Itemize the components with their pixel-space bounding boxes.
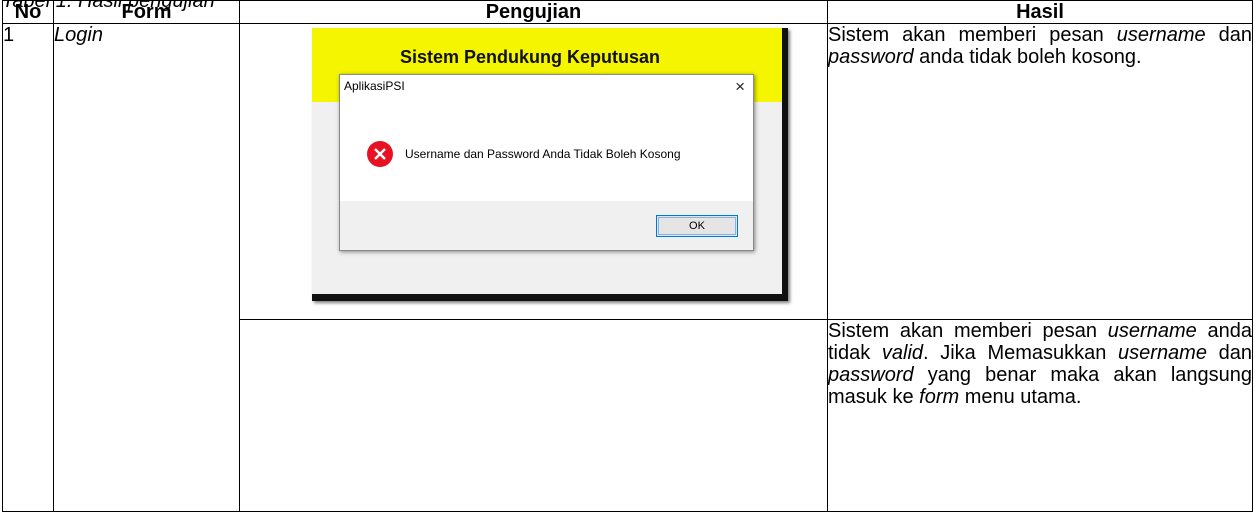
header-no: No (2, 0, 54, 24)
row-number: 1 (2, 23, 54, 512)
table-row: 1 Login Sistem Pendukung Keputusan Aplik… (2, 23, 1253, 512)
header-pengujian: Pengujian (239, 0, 828, 24)
hasil-cell-2: Sistem akan memberi pesan username anda … (827, 319, 1253, 512)
dialog-message: Username dan Password Anda Tidak Boleh K… (405, 147, 681, 161)
app-title: Sistem Pendukung Keputusan (400, 47, 661, 67)
test-results-table: No Form Pengujian Hasil 1 Login Sistem P… (2, 0, 1253, 512)
header-form: Form (53, 0, 240, 24)
hasil-text-1: Sistem akan memberi pesan username dan p… (828, 24, 1252, 68)
table-header-row: No Form Pengujian Hasil (2, 0, 1253, 24)
error-dialog: AplikasiPSI × Username dan Password Anda… (339, 74, 754, 251)
pengujian-cell-1: Sistem Pendukung Keputusan AplikasiPSI ×… (239, 23, 828, 320)
dialog-footer: OK (340, 201, 753, 250)
hasil-cell-1: Sistem akan memberi pesan username dan p… (827, 23, 1253, 320)
login-screenshot: Sistem Pendukung Keputusan AplikasiPSI ×… (312, 28, 788, 301)
pengujian-cell-2 (239, 319, 828, 512)
close-icon[interactable]: × (735, 75, 745, 99)
header-hasil: Hasil (827, 0, 1253, 24)
ok-button[interactable]: OK (656, 215, 738, 237)
dialog-title: AplikasiPSI (344, 79, 405, 93)
hasil-text-2: Sistem akan memberi pesan username anda … (828, 320, 1252, 408)
error-icon (367, 141, 393, 167)
row-form-name: Login (53, 23, 240, 512)
